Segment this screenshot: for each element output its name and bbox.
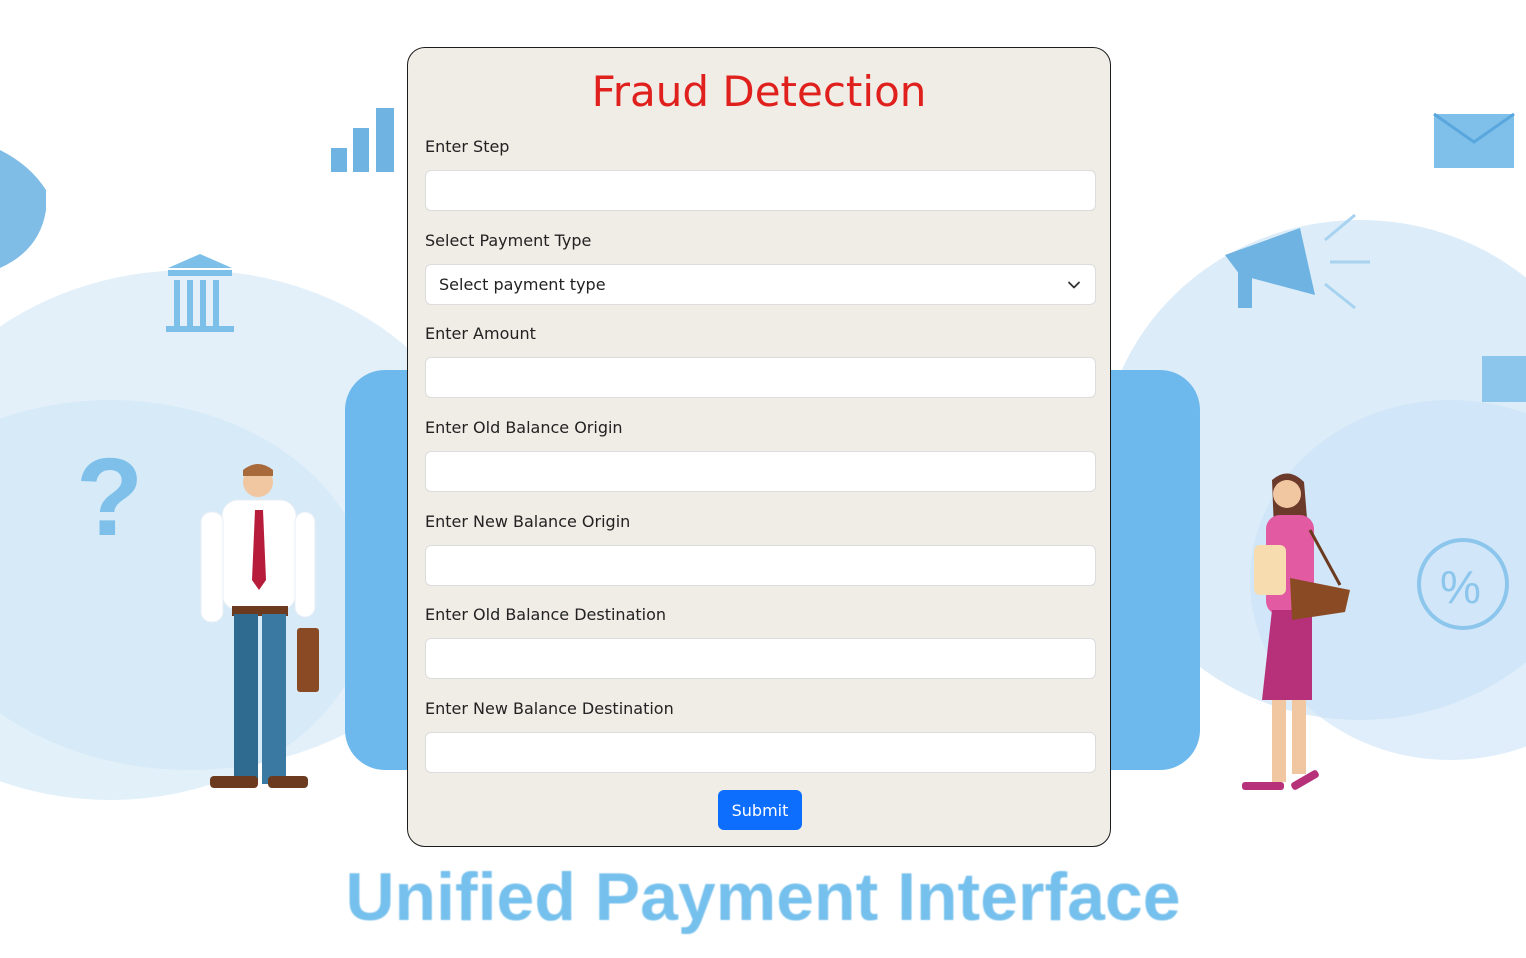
amount-input[interactable] [425,357,1096,398]
payment-type-select[interactable]: Select payment type [425,264,1096,305]
new-balance-origin-label: Enter New Balance Origin [425,512,631,531]
old-balance-destination-input[interactable] [425,638,1096,679]
payment-type-label: Select Payment Type [425,231,592,250]
envelope-icon [1433,112,1515,168]
step-label: Enter Step [425,137,510,156]
svg-text:%: % [1440,561,1481,613]
shield-icon [0,150,46,268]
payment-type-selected-value: Select payment type [439,275,606,294]
new-balance-destination-input[interactable] [425,732,1096,773]
amount-label: Enter Amount [425,324,536,343]
old-balance-destination-label: Enter Old Balance Destination [425,605,667,624]
page-title: Fraud Detection [591,67,927,116]
question-mark-icon: ? [76,436,143,559]
bar-chart-icon [331,108,394,172]
submit-button[interactable]: Submit [718,790,802,830]
new-balance-destination-label: Enter New Balance Destination [425,699,674,718]
fraud-detection-form-card: Fraud Detection Enter Step Select Paymen… [407,47,1111,847]
old-balance-origin-label: Enter Old Balance Origin [425,418,623,437]
new-balance-origin-input[interactable] [425,545,1096,586]
old-balance-origin-input[interactable] [425,451,1096,492]
chevron-down-icon [1068,281,1080,288]
upi-logo-text: Unified Payment Interface [345,859,1181,935]
step-input[interactable] [425,170,1096,211]
